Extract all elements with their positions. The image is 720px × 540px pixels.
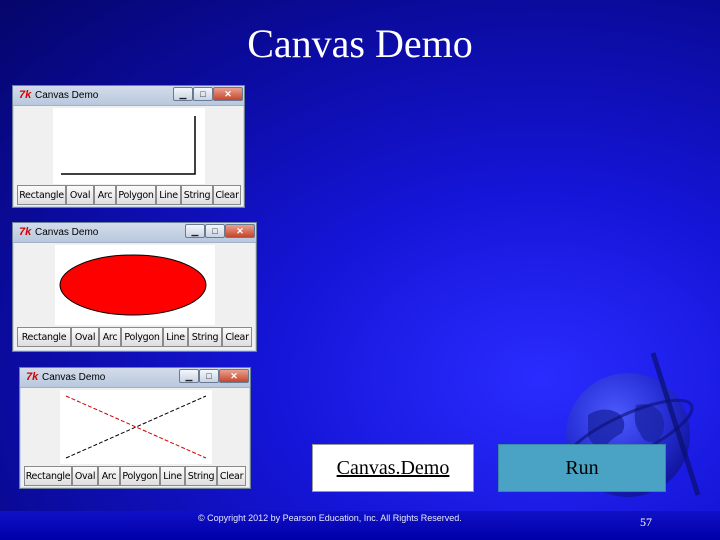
drawing-canvas[interactable]	[55, 245, 215, 325]
clear-button[interactable]: Clear	[222, 327, 252, 347]
polygon-button[interactable]: Polygon	[121, 327, 163, 347]
canvas-demo-window-rectangle: 7k Canvas Demo ▁ □ ✕ Rectangle Oval Arc …	[12, 85, 245, 208]
maximize-button[interactable]: □	[193, 87, 213, 101]
crossed-lines-shape	[65, 395, 207, 459]
string-button[interactable]: String	[188, 327, 222, 347]
oval-button[interactable]: Oval	[66, 185, 94, 205]
arc-button[interactable]: Arc	[94, 185, 116, 205]
line-button[interactable]: Line	[156, 185, 181, 205]
close-button[interactable]: ✕	[225, 224, 255, 238]
window-titlebar[interactable]: 7k Canvas Demo ▁ □ ✕	[13, 86, 244, 106]
window-title: Canvas Demo	[35, 227, 99, 238]
button-toolbar: Rectangle Oval Arc Polygon Line String C…	[17, 327, 252, 347]
minimize-button[interactable]: ▁	[173, 87, 193, 101]
oval-button[interactable]: Oval	[71, 327, 99, 347]
rectangle-button[interactable]: Rectangle	[17, 327, 71, 347]
drawing-canvas[interactable]	[53, 108, 205, 184]
arc-button[interactable]: Arc	[98, 466, 120, 486]
polygon-button[interactable]: Polygon	[116, 185, 156, 205]
drawing-canvas[interactable]	[60, 390, 212, 464]
line-button[interactable]: Line	[163, 327, 188, 347]
arc-button[interactable]: Arc	[99, 327, 121, 347]
oval-shape	[59, 254, 207, 316]
maximize-button[interactable]: □	[199, 369, 219, 383]
canvas-demo-link[interactable]: Canvas.Demo	[312, 444, 474, 492]
string-button[interactable]: String	[181, 185, 213, 205]
oval-button[interactable]: Oval	[72, 466, 98, 486]
canvas-demo-window-lines: 7k Canvas Demo ▁ □ ✕ Rectangle Oval Arc …	[19, 367, 251, 489]
window-titlebar[interactable]: 7k Canvas Demo ▁ □ ✕	[20, 368, 250, 388]
clear-button[interactable]: Clear	[217, 466, 246, 486]
minimize-button[interactable]: ▁	[179, 369, 199, 383]
line-button[interactable]: Line	[160, 466, 185, 486]
rectangle-button[interactable]: Rectangle	[17, 185, 66, 205]
string-button[interactable]: String	[185, 466, 217, 486]
page-number: 57	[640, 515, 652, 529]
canvas-demo-window-oval: 7k Canvas Demo ▁ □ ✕ Rectangle Oval Arc …	[12, 222, 257, 352]
polygon-button[interactable]: Polygon	[120, 466, 160, 486]
minimize-button[interactable]: ▁	[185, 224, 205, 238]
close-button[interactable]: ✕	[213, 87, 243, 101]
clear-button[interactable]: Clear	[213, 185, 241, 205]
button-toolbar: Rectangle Oval Arc Polygon Line String C…	[17, 185, 241, 205]
tk-logo-icon: 7k	[19, 226, 32, 238]
rectangle-shape	[61, 116, 196, 175]
window-title: Canvas Demo	[42, 372, 106, 383]
run-button[interactable]: Run	[498, 444, 666, 492]
rectangle-button[interactable]: Rectangle	[24, 466, 72, 486]
close-button[interactable]: ✕	[219, 369, 249, 383]
window-titlebar[interactable]: 7k Canvas Demo ▁ □ ✕	[13, 223, 256, 243]
window-title: Canvas Demo	[35, 90, 99, 101]
tk-logo-icon: 7k	[19, 89, 32, 101]
tk-logo-icon: 7k	[26, 371, 39, 383]
slide-title: Canvas Demo	[247, 21, 473, 66]
button-toolbar: Rectangle Oval Arc Polygon Line String C…	[24, 466, 246, 486]
maximize-button[interactable]: □	[205, 224, 225, 238]
copyright-text: © Copyright 2012 by Pearson Education, I…	[198, 513, 462, 523]
